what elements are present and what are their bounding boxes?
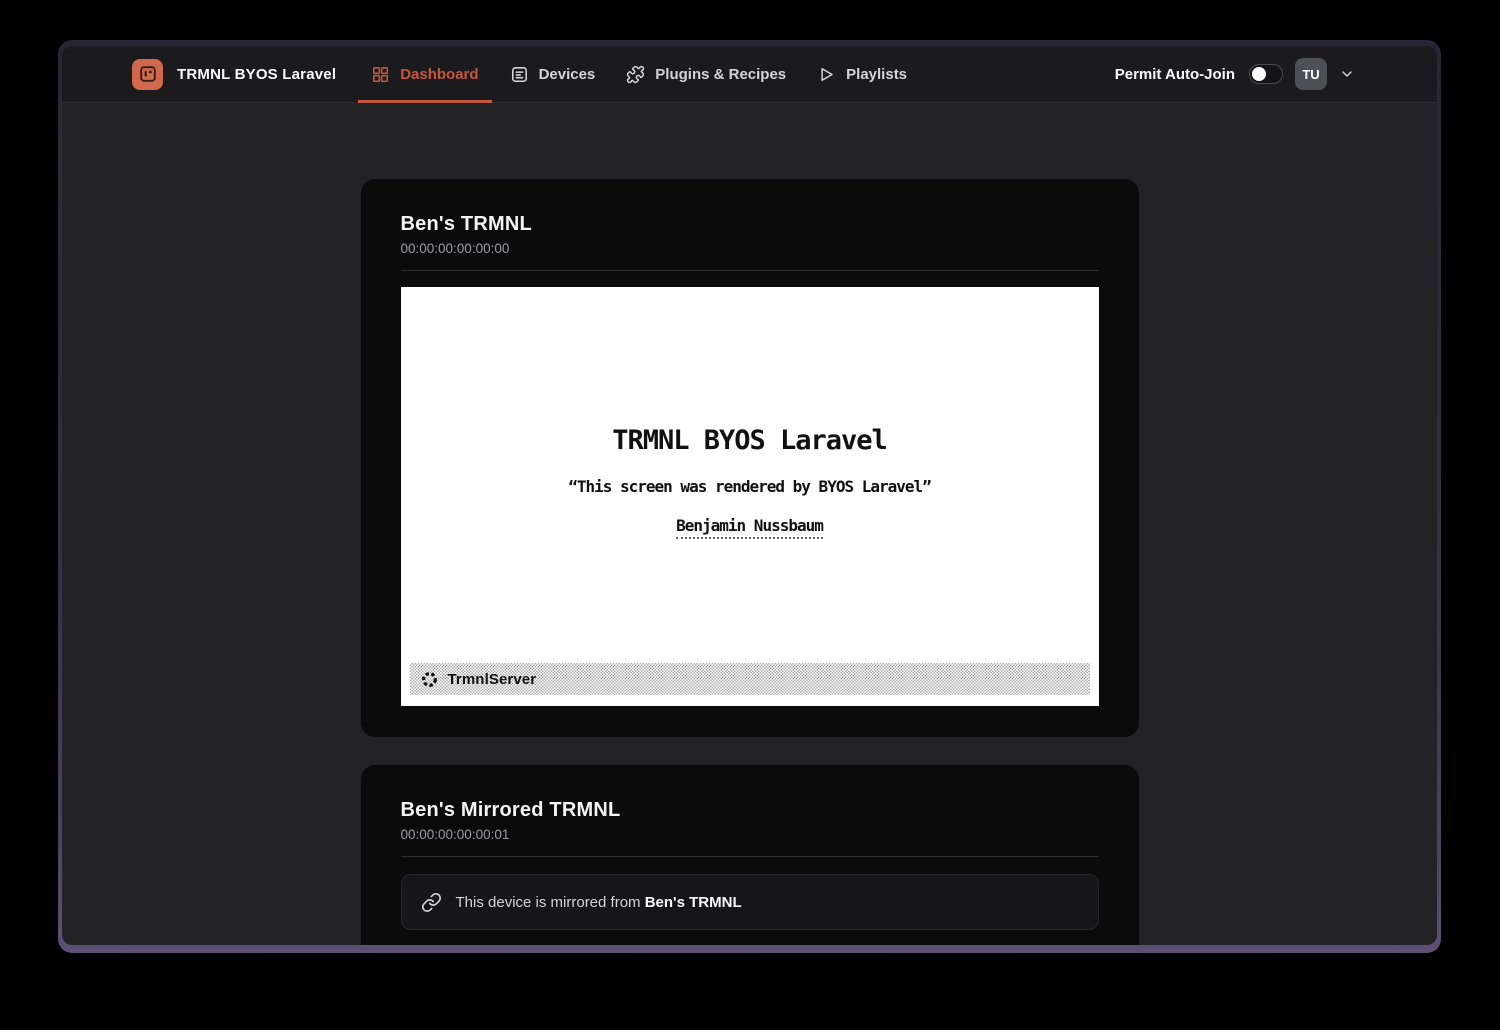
nav-label: Dashboard (400, 66, 478, 83)
trmnl-logo-icon (132, 59, 163, 90)
mirror-text-prefix: This device is mirrored from (456, 894, 641, 911)
dashboard-grid-icon (371, 65, 390, 84)
link-icon (421, 892, 442, 913)
mirror-text: This device is mirrored from Ben's TRMNL (456, 894, 742, 911)
screen-title: TRMNL BYOS Laravel (401, 425, 1099, 456)
device-screen-preview: TRMNL BYOS Laravel “This screen was rend… (401, 287, 1099, 706)
devices-icon (510, 65, 529, 84)
play-icon (817, 65, 836, 84)
dashboard-content: Ben's TRMNL 00:00:00:00:00:00 TRMNL BYOS… (62, 103, 1437, 945)
nav-item-dashboard[interactable]: Dashboard (358, 46, 491, 102)
device-card-bens-mirrored-trmnl: Ben's Mirrored TRMNL 00:00:00:00:00:01 T… (361, 765, 1139, 945)
screen-content: TRMNL BYOS Laravel “This screen was rend… (401, 425, 1099, 539)
user-avatar[interactable]: TU (1295, 58, 1327, 90)
screen-status-bar: TrmnlServer (410, 663, 1090, 695)
nav-item-devices[interactable]: Devices (497, 46, 609, 102)
mirrored-device-notice: This device is mirrored from Ben's TRMNL (401, 874, 1099, 930)
toggle-knob (1252, 67, 1266, 81)
permit-auto-join-label: Permit Auto-Join (1115, 66, 1235, 83)
divider (401, 856, 1099, 857)
nav-item-playlists[interactable]: Playlists (804, 46, 920, 102)
device-name: Ben's Mirrored TRMNL (401, 799, 1099, 822)
app-window-frame: TRMNL BYOS Laravel Dashboard (58, 40, 1441, 953)
main-nav: Dashboard Devices (358, 46, 920, 102)
divider (401, 270, 1099, 271)
nav-label: Devices (539, 66, 596, 83)
status-label: TrmnlServer (448, 671, 537, 688)
screen-quote: “This screen was rendered by BYOS Larave… (401, 477, 1099, 496)
nav-label: Plugins & Recipes (655, 66, 786, 83)
device-card-bens-trmnl: Ben's TRMNL 00:00:00:00:00:00 TRMNL BYOS… (361, 179, 1139, 737)
device-name: Ben's TRMNL (401, 213, 1099, 236)
app-window: TRMNL BYOS Laravel Dashboard (62, 46, 1437, 945)
device-mac-address: 00:00:00:00:00:00 (401, 241, 1099, 256)
top-navigation-bar: TRMNL BYOS Laravel Dashboard (62, 46, 1437, 103)
app-title: TRMNL BYOS Laravel (177, 66, 336, 83)
device-mac-address: 00:00:00:00:00:01 (401, 827, 1099, 842)
user-menu-chevron[interactable] (1339, 66, 1355, 82)
nav-item-plugins-recipes[interactable]: Plugins & Recipes (613, 46, 799, 102)
header-right: Permit Auto-Join TU (1115, 58, 1355, 90)
nav-label: Playlists (846, 66, 907, 83)
screen-author-link: Benjamin Nussbaum (676, 516, 823, 539)
spinner-icon (421, 671, 438, 688)
active-tab-underline (358, 100, 491, 103)
mirror-source-device: Ben's TRMNL (645, 894, 742, 911)
puzzle-icon (626, 65, 645, 84)
brand[interactable]: TRMNL BYOS Laravel (132, 59, 336, 90)
permit-auto-join-toggle[interactable] (1249, 64, 1283, 84)
